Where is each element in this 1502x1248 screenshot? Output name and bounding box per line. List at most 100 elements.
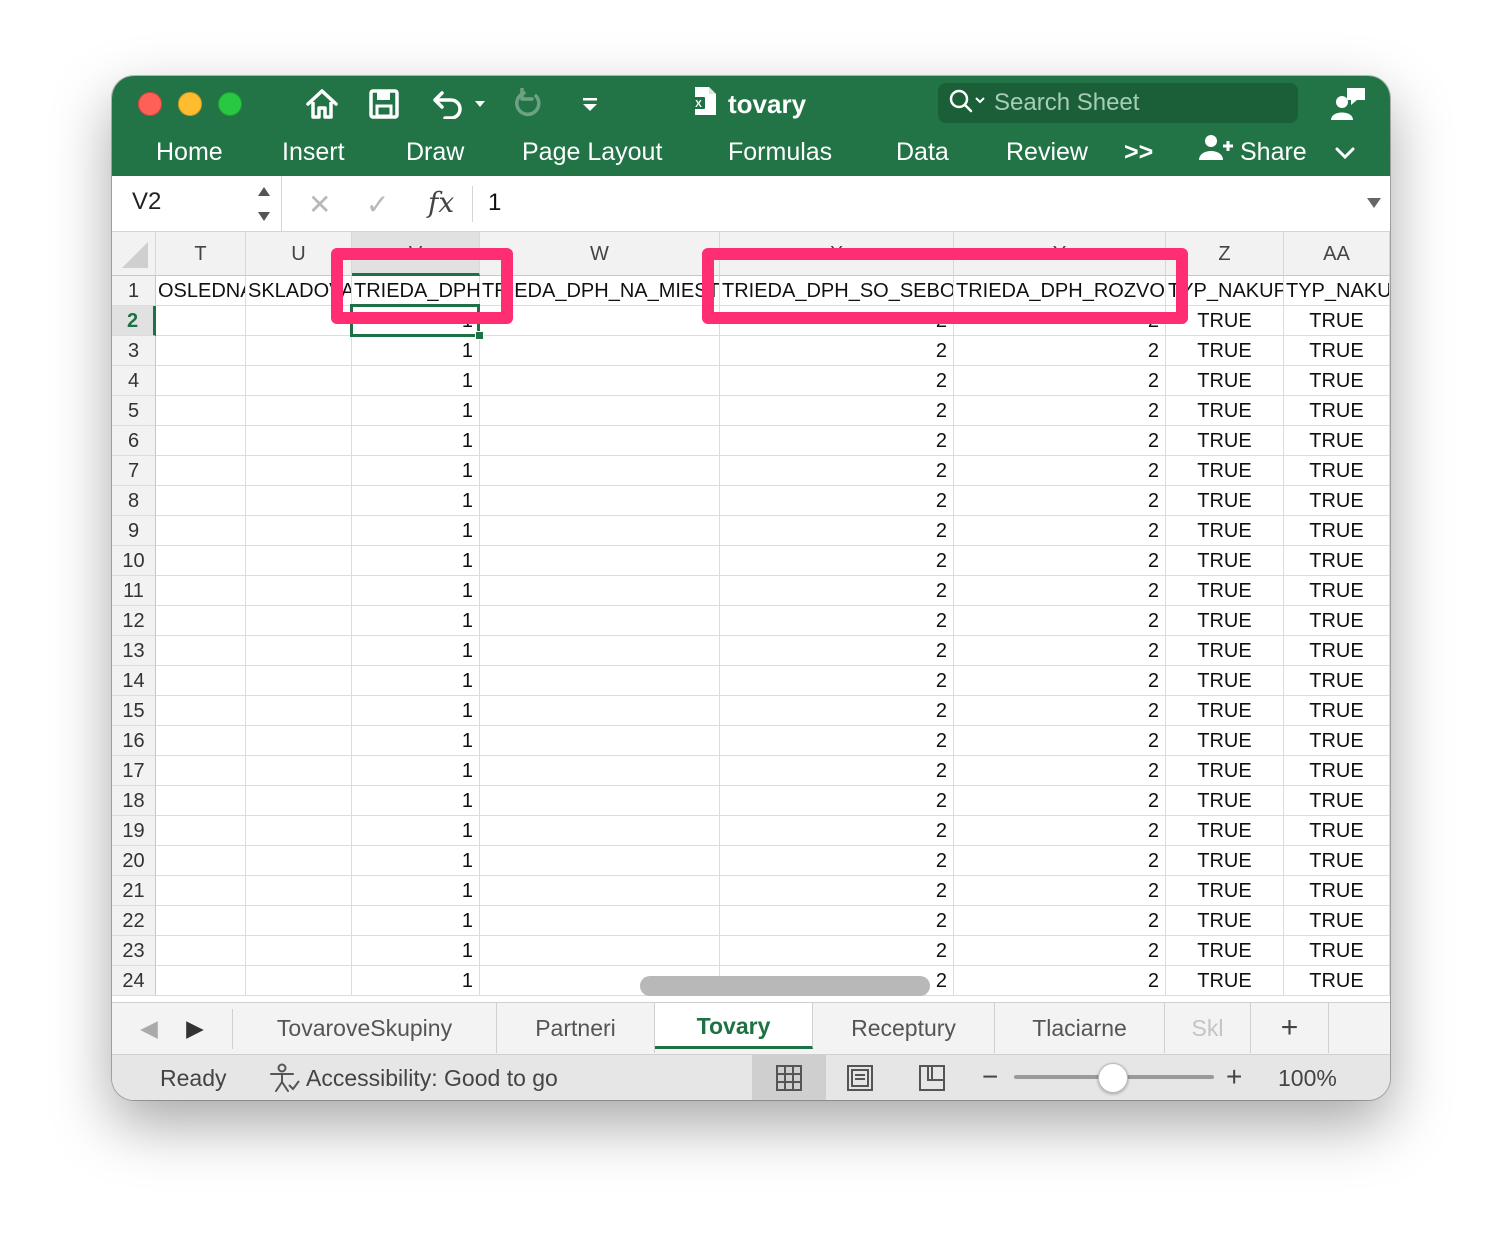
table-cell[interactable]: 1	[352, 516, 480, 546]
table-cell[interactable]: 1	[352, 876, 480, 906]
column-header-v[interactable]: V	[352, 232, 480, 276]
table-cell[interactable]: 2	[954, 816, 1166, 846]
table-cell[interactable]: TRUE	[1166, 846, 1284, 876]
fill-handle[interactable]	[475, 331, 484, 340]
table-cell[interactable]: TRUE	[1284, 366, 1390, 396]
scroll-tabs-right-icon[interactable]: ▶	[178, 1003, 212, 1053]
table-cell[interactable]: TRUE	[1284, 666, 1390, 696]
undo-icon[interactable]	[428, 84, 468, 124]
horizontal-scrollbar[interactable]	[640, 976, 930, 996]
table-cell[interactable]	[246, 426, 352, 456]
table-cell[interactable]: TRUE	[1166, 366, 1284, 396]
table-cell[interactable]: 2	[954, 606, 1166, 636]
table-cell[interactable]	[480, 846, 720, 876]
table-cell[interactable]	[156, 876, 246, 906]
table-cell[interactable]: TRUE	[1284, 816, 1390, 846]
table-cell[interactable]	[156, 396, 246, 426]
row-header[interactable]: 20	[112, 846, 156, 876]
table-cell[interactable]: TRUE	[1284, 756, 1390, 786]
table-cell[interactable]: 1	[352, 606, 480, 636]
table-cell[interactable]	[480, 906, 720, 936]
table-cell[interactable]	[156, 336, 246, 366]
insert-function-button[interactable]: fx	[428, 186, 454, 219]
collapse-ribbon-icon[interactable]	[1334, 134, 1356, 170]
undo-dropdown-icon[interactable]	[470, 84, 490, 124]
table-cell[interactable]: 2	[720, 576, 954, 606]
normal-view-button[interactable]	[752, 1055, 826, 1100]
table-cell[interactable]	[156, 816, 246, 846]
sheet-tab-tovaroveskupiny[interactable]: TovaroveSkupiny	[233, 1003, 497, 1053]
account-icon[interactable]	[1326, 84, 1370, 124]
tab-insert[interactable]: Insert	[282, 134, 345, 170]
column-header-x[interactable]: X	[720, 232, 954, 276]
table-cell[interactable]: TRUE	[1166, 486, 1284, 516]
table-cell[interactable]: 2	[954, 726, 1166, 756]
table-cell[interactable]	[480, 546, 720, 576]
table-cell[interactable]	[246, 396, 352, 426]
table-cell[interactable]: TRUE	[1284, 426, 1390, 456]
table-cell[interactable]	[480, 816, 720, 846]
table-cell[interactable]	[246, 786, 352, 816]
table-cell[interactable]: 2	[954, 456, 1166, 486]
column-title-cell[interactable]: TYP_NAKUPU	[1166, 276, 1284, 306]
column-title-cell[interactable]: TRIEDA_DPH_NA_MIESTE	[480, 276, 720, 306]
table-cell[interactable]: TRUE	[1166, 816, 1284, 846]
table-cell[interactable]: TRUE	[1166, 606, 1284, 636]
table-cell[interactable]	[156, 756, 246, 786]
table-cell[interactable]: 1	[352, 936, 480, 966]
table-cell[interactable]	[246, 846, 352, 876]
row-header[interactable]: 11	[112, 576, 156, 606]
table-cell[interactable]: TRUE	[1166, 516, 1284, 546]
table-cell[interactable]: TRUE	[1166, 456, 1284, 486]
table-cell[interactable]: 2	[720, 786, 954, 816]
table-cell[interactable]: 1	[352, 906, 480, 936]
sheet-tab-tlaciarne[interactable]: Tlaciarne	[995, 1003, 1165, 1053]
table-cell[interactable]	[480, 516, 720, 546]
table-cell[interactable]	[156, 516, 246, 546]
table-cell[interactable]	[246, 756, 352, 786]
expand-formula-bar-icon[interactable]	[1366, 196, 1382, 210]
table-cell[interactable]: 2	[720, 426, 954, 456]
table-cell[interactable]	[246, 486, 352, 516]
table-cell[interactable]	[480, 666, 720, 696]
table-cell[interactable]	[246, 456, 352, 486]
column-header-w[interactable]: W	[480, 232, 720, 276]
row-header[interactable]: 21	[112, 876, 156, 906]
table-cell[interactable]: 2	[720, 846, 954, 876]
table-cell[interactable]: 2	[720, 756, 954, 786]
table-cell[interactable]: 2	[954, 486, 1166, 516]
sheet-tab-receptury[interactable]: Receptury	[813, 1003, 995, 1053]
row-header[interactable]: 10	[112, 546, 156, 576]
table-cell[interactable]: 2	[720, 336, 954, 366]
tab-home[interactable]: Home	[156, 134, 223, 170]
row-header[interactable]: 9	[112, 516, 156, 546]
scroll-tabs-left-icon[interactable]: ◀	[132, 1003, 166, 1053]
table-cell[interactable]: 2	[720, 936, 954, 966]
more-tabs-button[interactable]: >>	[1124, 134, 1153, 170]
table-cell[interactable]: TRUE	[1284, 966, 1390, 996]
tab-page-layout[interactable]: Page Layout	[522, 134, 662, 170]
table-cell[interactable]	[480, 786, 720, 816]
table-cell[interactable]: 2	[954, 576, 1166, 606]
row-header[interactable]: 12	[112, 606, 156, 636]
table-cell[interactable]	[156, 456, 246, 486]
table-cell[interactable]: 2	[954, 696, 1166, 726]
table-cell[interactable]	[156, 606, 246, 636]
table-cell[interactable]: 1	[352, 816, 480, 846]
zoom-level[interactable]: 100%	[1278, 1065, 1337, 1092]
table-cell[interactable]	[246, 336, 352, 366]
name-box-stepper-icon[interactable]	[256, 184, 272, 224]
table-cell[interactable]	[480, 636, 720, 666]
table-cell[interactable]: TRUE	[1166, 696, 1284, 726]
column-title-cell[interactable]: TRIEDA_DPH_ROZVOZ	[954, 276, 1166, 306]
row-header[interactable]: 15	[112, 696, 156, 726]
table-cell[interactable]: TRUE	[1166, 726, 1284, 756]
table-cell[interactable]	[156, 366, 246, 396]
tab-data[interactable]: Data	[896, 134, 949, 170]
table-cell[interactable]: TRUE	[1166, 966, 1284, 996]
row-header[interactable]: 17	[112, 756, 156, 786]
select-all-corner[interactable]	[112, 232, 156, 276]
tab-review[interactable]: Review	[1006, 134, 1088, 170]
table-cell[interactable]: 2	[954, 396, 1166, 426]
table-cell[interactable]: 2	[954, 936, 1166, 966]
